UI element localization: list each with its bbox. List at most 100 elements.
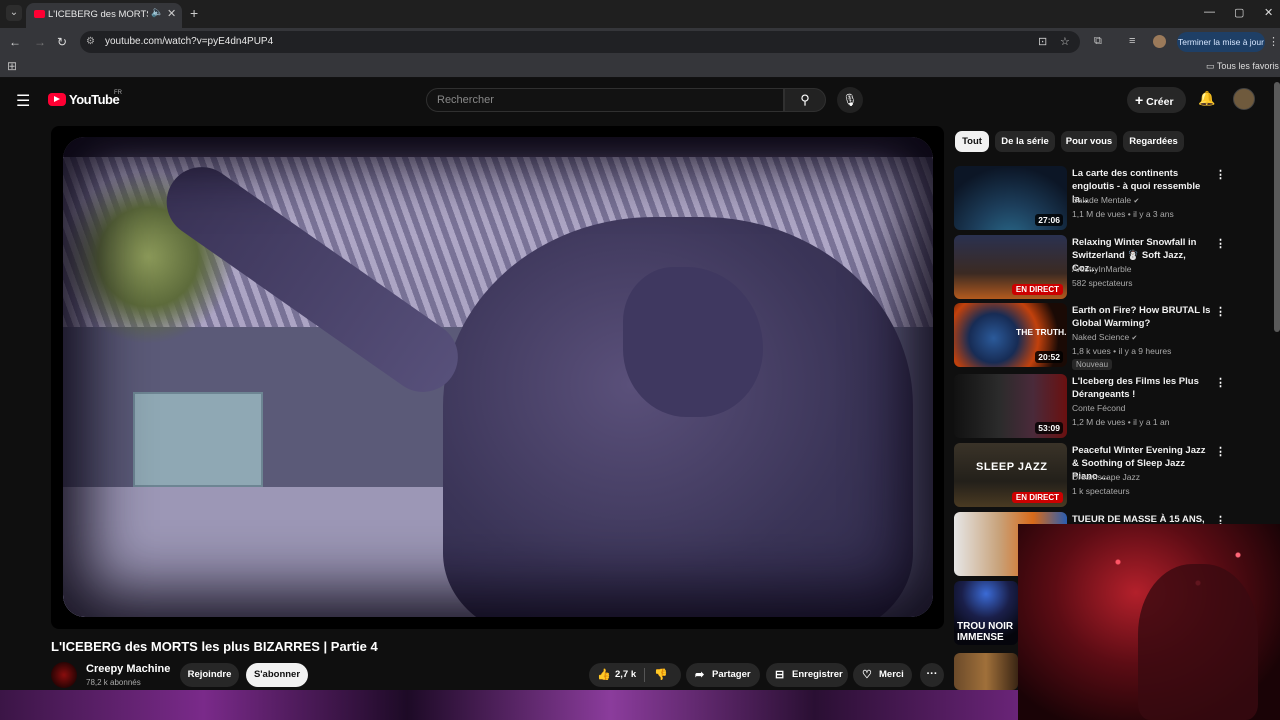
reload-icon[interactable]: ↻: [57, 35, 67, 49]
share-arrow-icon: ➦: [695, 669, 705, 681]
more-options-icon[interactable]: ⋮: [1215, 376, 1226, 389]
plus-icon: +: [1135, 92, 1144, 108]
more-options-icon[interactable]: ⋮: [1215, 168, 1226, 181]
search-icon[interactable]: ⚲: [784, 88, 826, 112]
speaker-icon[interactable]: 🔈: [151, 7, 163, 18]
channel-label: Naked Science: [1072, 332, 1130, 342]
verified-check-icon: ✔: [1133, 198, 1140, 205]
youtube-header: ☰ YouTube FR Rechercher ⚲ 🎙 + Créer 🔔: [0, 80, 1280, 120]
recommendation-item[interactable]: 53:09 L'Iceberg des Films les Plus Déran…: [954, 374, 1228, 440]
duration-badge: 27:06: [1035, 214, 1063, 226]
search-input[interactable]: Rechercher: [426, 88, 784, 112]
thumbs-up-icon[interactable]: 👍: [597, 663, 611, 687]
recommendation-item[interactable]: EN DIRECT Relaxing Winter Snowfall in Sw…: [954, 235, 1228, 301]
chip-for-you[interactable]: Pour vous: [1061, 131, 1117, 152]
video-thumbnail[interactable]: 27:06: [954, 166, 1067, 230]
recommendation-item[interactable]: 27:06 La carte des continents engloutis …: [954, 166, 1228, 232]
new-tab-button[interactable]: +: [190, 5, 198, 21]
microphone-icon[interactable]: 🎙: [837, 87, 863, 113]
recommendation-channel[interactable]: Dreamscape Jazz: [1072, 472, 1140, 482]
tab-search-button[interactable]: ⌄: [6, 5, 22, 21]
update-button[interactable]: Terminer la mise à jour: [1177, 32, 1265, 52]
recommendation-meta: 1 k spectateurs: [1072, 486, 1130, 496]
chip-watched[interactable]: Regardées: [1123, 131, 1184, 152]
all-bookmarks-folder[interactable]: ▭ Tous les favoris: [1206, 61, 1279, 72]
media-control-icon[interactable]: ≡: [1129, 35, 1135, 47]
like-count[interactable]: 2,7 k: [615, 663, 636, 687]
back-arrow-icon[interactable]: ←: [9, 35, 21, 49]
browser-tab[interactable]: L'ICEBERG des MORTS les p 🔈 ✕: [26, 3, 182, 28]
new-badge: Nouveau: [1072, 359, 1113, 370]
bookmarks-bar: ⊞ ▭ Tous les favoris: [0, 56, 1280, 78]
profile-avatar[interactable]: [1153, 35, 1166, 48]
thanks-button[interactable]: ♡ Merci: [853, 663, 912, 687]
heart-dollar-icon: ♡: [862, 669, 872, 681]
notifications-bell-icon[interactable]: 🔔: [1198, 90, 1215, 107]
apps-grid-icon[interactable]: ⊞: [7, 59, 17, 73]
menu-icon[interactable]: ☰: [16, 91, 30, 111]
divider: [644, 668, 645, 682]
forward-arrow-icon[interactable]: →: [34, 35, 46, 49]
share-button[interactable]: ➦ Partager: [686, 663, 760, 687]
verified-check-icon: ✔: [1131, 335, 1138, 342]
chip-all[interactable]: Tout: [955, 131, 989, 152]
more-options-icon[interactable]: ⋮: [1215, 237, 1226, 250]
thumbs-down-icon[interactable]: 👎: [654, 663, 668, 687]
extensions-icon[interactable]: ⧉: [1094, 35, 1102, 48]
video-thumbnail[interactable]: TROU NOIR IMMENSE: [954, 581, 1018, 645]
window-close-icon[interactable]: ✕: [1264, 6, 1273, 19]
recommendation-channel[interactable]: Conte Fécond: [1072, 403, 1125, 413]
page-scrollbar[interactable]: [1274, 82, 1280, 332]
recommendation-item[interactable]: SLEEP JAZZ EN DIRECT Peaceful Winter Eve…: [954, 443, 1228, 509]
youtube-wordmark[interactable]: YouTube: [69, 92, 120, 107]
duration-badge: 53:09: [1035, 422, 1063, 434]
recommendation-item[interactable]: THE TRUTH. 20:52 Earth on Fire? How BRUT…: [954, 303, 1228, 370]
video-thumbnail[interactable]: [954, 653, 1018, 690]
thumbnail-text: THE TRUTH.: [1016, 327, 1067, 337]
recommendation-channel[interactable]: Balade Mentale ✔: [1072, 195, 1139, 205]
video-thumbnail[interactable]: THE TRUTH. 20:52: [954, 303, 1067, 367]
maximize-icon[interactable]: ▢: [1234, 6, 1244, 19]
recommendation-title[interactable]: L'Iceberg des Films les Plus Dérangeants…: [1072, 375, 1212, 401]
streamer-image: [1138, 564, 1258, 720]
create-button[interactable]: + Créer: [1127, 87, 1186, 113]
install-app-icon[interactable]: ⊡: [1038, 35, 1047, 48]
save-button[interactable]: ⊟ Enregistrer: [766, 663, 848, 687]
bookmark-icon: ⊟: [775, 669, 785, 681]
webcam-overlay: [1018, 524, 1280, 720]
more-options-icon[interactable]: ⋮: [1215, 305, 1226, 318]
recommendation-meta: 1,8 k vues • il y a 9 heures: [1072, 346, 1172, 356]
recommendation-meta: 1,1 M de vues • il y a 3 ans: [1072, 209, 1174, 219]
close-icon[interactable]: ✕: [167, 7, 176, 20]
thanks-label: Merci: [879, 669, 904, 680]
address-bar[interactable]: ⚙ youtube.com/watch?v=pyE4dn4PUP4 ⊡ ☆: [80, 31, 1080, 53]
more-actions-icon[interactable]: ···: [920, 663, 944, 687]
subscribe-button[interactable]: S'abonner: [246, 663, 308, 687]
menu-dots-icon[interactable]: ⋮: [1268, 35, 1279, 48]
channel-name[interactable]: Creepy Machine: [86, 663, 170, 675]
video-thumbnail[interactable]: SLEEP JAZZ EN DIRECT: [954, 443, 1067, 507]
recommendation-meta: 1,2 M de vues • il y a 1 an: [1072, 417, 1170, 427]
video-thumbnail[interactable]: 53:09: [954, 374, 1067, 438]
recommendation-title[interactable]: Earth on Fire? How BRUTAL Is Global Warm…: [1072, 304, 1212, 330]
video-thumbnail[interactable]: EN DIRECT: [954, 235, 1067, 299]
site-info-icon[interactable]: ⚙: [86, 36, 95, 47]
recommendation-channel[interactable]: Naked Science ✔: [1072, 332, 1137, 342]
recommendation-channel[interactable]: ArtistryInMarble: [1072, 264, 1132, 274]
country-code: FR: [114, 90, 122, 96]
video-player[interactable]: [51, 126, 944, 629]
chip-series[interactable]: De la série: [995, 131, 1055, 152]
url-text[interactable]: youtube.com/watch?v=pyE4dn4PUP4: [105, 36, 273, 47]
all-bookmarks-label: Tous les favoris: [1216, 61, 1279, 71]
video-title: L'ICEBERG des MORTS les plus BIZARRES | …: [51, 639, 378, 654]
create-label: Créer: [1146, 96, 1174, 108]
join-button[interactable]: Rejoindre: [180, 663, 239, 687]
bookmark-star-icon[interactable]: ☆: [1060, 35, 1070, 48]
more-options-icon[interactable]: ⋮: [1215, 445, 1226, 458]
account-avatar[interactable]: [1233, 88, 1255, 110]
tab-title: L'ICEBERG des MORTS les p: [48, 9, 148, 20]
minimize-icon[interactable]: —: [1204, 6, 1215, 18]
channel-avatar[interactable]: [51, 662, 77, 688]
live-badge: EN DIRECT: [1011, 492, 1063, 503]
taskbar-wallpaper-strip: [0, 690, 1018, 720]
